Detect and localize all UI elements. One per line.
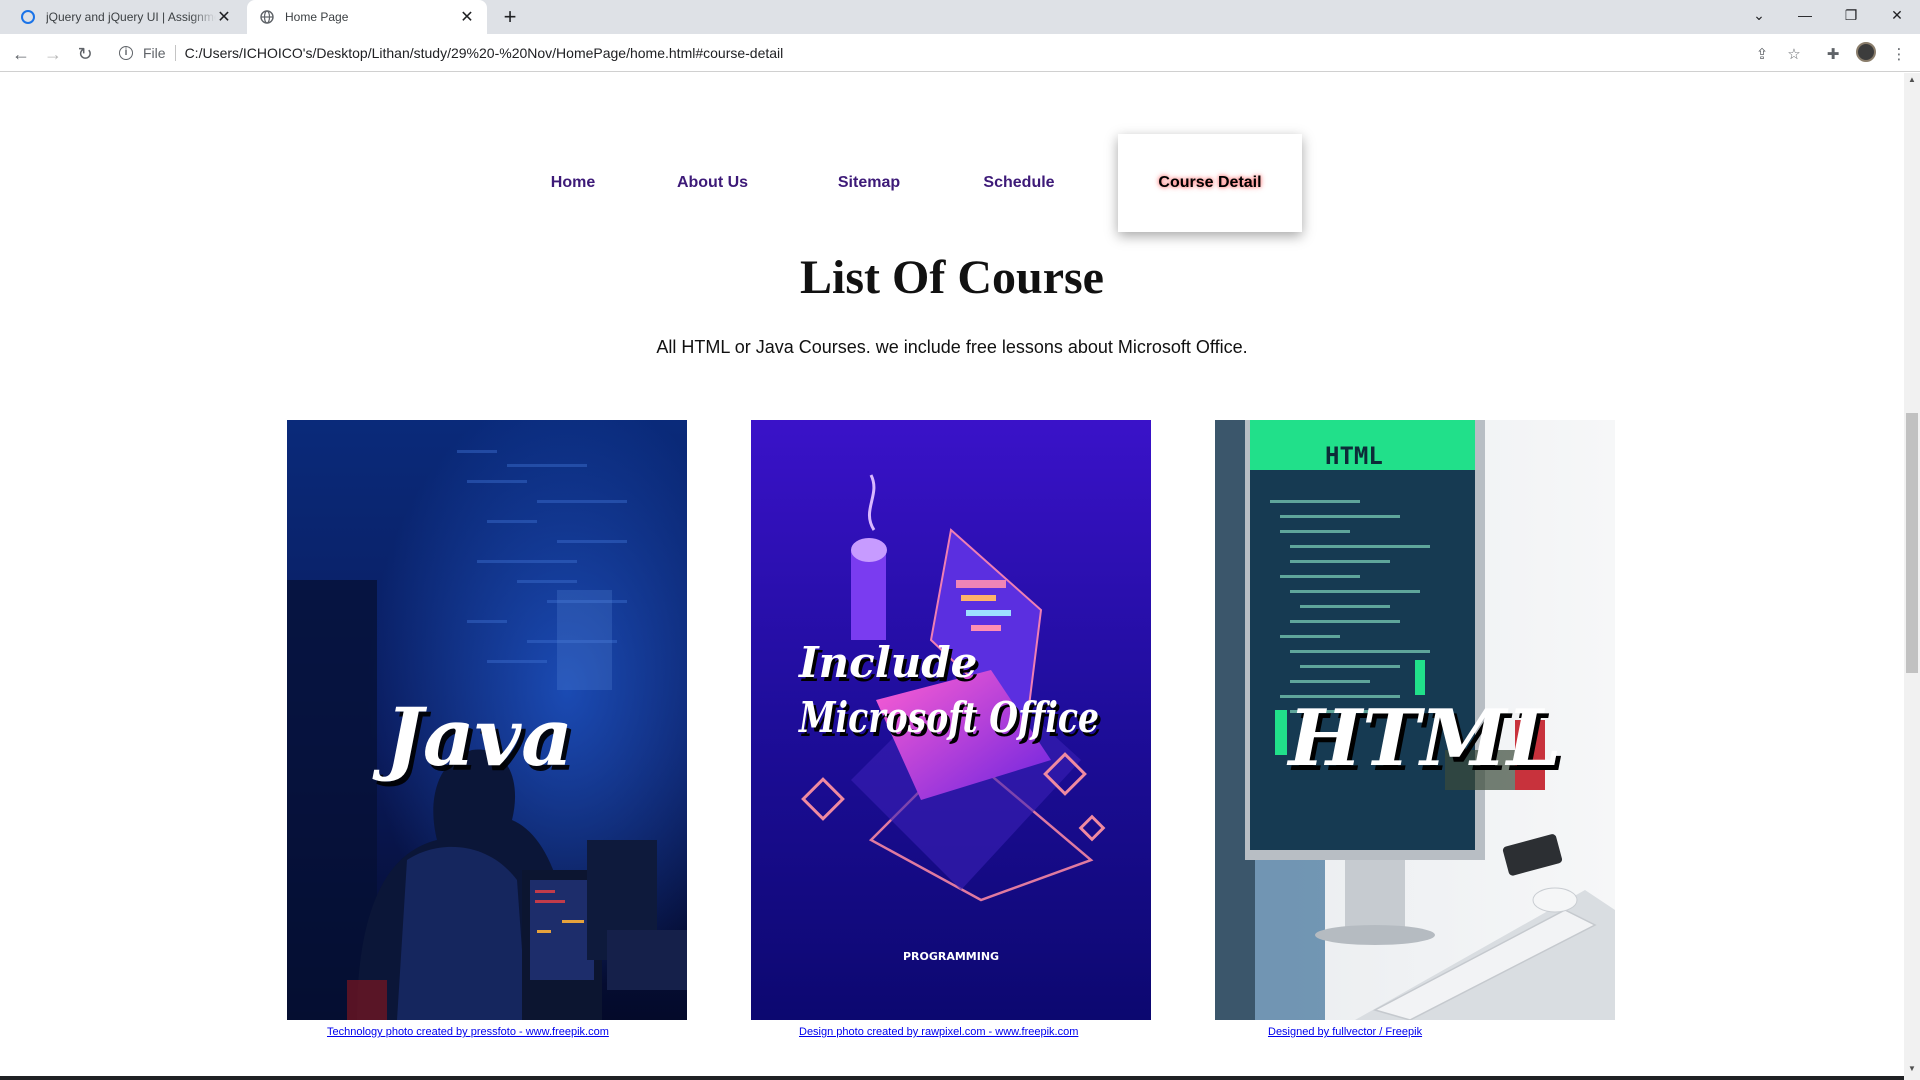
credit-link-java[interactable]: Technology photo created by pressfoto - … bbox=[327, 1026, 609, 1038]
java-title: Java bbox=[372, 690, 573, 784]
programming-caption: PROGRAMMING bbox=[903, 950, 999, 963]
tab-title: Home Page bbox=[285, 10, 349, 24]
extensions-puzzle-icon[interactable]: ✚ bbox=[1822, 43, 1844, 65]
scroll-down-arrow-icon[interactable]: ▼ bbox=[1906, 1062, 1918, 1076]
course-image-html[interactable]: HTML HTML HTML bbox=[1215, 420, 1615, 1020]
nav-course-detail[interactable]: Course Detail bbox=[1118, 134, 1302, 232]
screen-html-label: HTML bbox=[1325, 442, 1383, 470]
course-image-java[interactable]: Java Java bbox=[287, 420, 687, 1020]
url-text[interactable]: C:/Users/ICHOICO's/Desktop/Lithan/study/… bbox=[185, 45, 784, 61]
reload-button[interactable]: ↻ bbox=[72, 41, 98, 67]
close-tab-icon[interactable]: ✕ bbox=[216, 9, 232, 26]
office-title-line1: Include bbox=[798, 638, 977, 687]
site-favicon-icon bbox=[20, 9, 36, 25]
profile-avatar[interactable] bbox=[1856, 42, 1876, 62]
restore-button[interactable]: ❐ bbox=[1828, 0, 1874, 30]
tab-title: jQuery and jQuery UI | Assignment bbox=[46, 10, 216, 24]
bookmark-star-icon[interactable]: ☆ bbox=[1783, 43, 1805, 65]
scroll-up-arrow-icon[interactable]: ▲ bbox=[1906, 73, 1918, 87]
window-bottom-edge bbox=[0, 1076, 1904, 1080]
credit-link-html[interactable]: Designed by fullvector / Freepik bbox=[1268, 1026, 1422, 1038]
browser-toolbar: ← → ↻ i File C:/Users/ICHOICO's/Desktop/… bbox=[0, 34, 1920, 72]
globe-icon bbox=[259, 9, 275, 25]
divider bbox=[174, 45, 176, 61]
course-image-office[interactable]: PROGRAMMING Include Include Microsoft Of… bbox=[751, 420, 1151, 1020]
tab-home-page[interactable]: Home Page ✕ bbox=[247, 0, 487, 34]
html-title: HTML bbox=[1287, 693, 1562, 784]
credit-link-office[interactable]: Design photo created by rawpixel.com - w… bbox=[799, 1026, 1078, 1038]
java-illustration: Java Java bbox=[287, 420, 687, 1020]
nav-sitemap[interactable]: Sitemap bbox=[811, 134, 927, 232]
html-illustration: HTML HTML HTML bbox=[1215, 420, 1615, 1020]
info-icon[interactable]: i bbox=[119, 46, 133, 60]
tab-strip: jQuery and jQuery UI | Assignment ✕ Home… bbox=[0, 0, 1920, 34]
forward-button[interactable]: → bbox=[40, 41, 66, 67]
scrollbar-thumb[interactable] bbox=[1906, 413, 1918, 673]
page-title: List Of Course bbox=[800, 251, 1104, 304]
office-title-line2: Microsoft Office bbox=[797, 693, 1099, 742]
main-nav: Home About Us Sitemap Schedule Course De… bbox=[520, 134, 1302, 232]
office-illustration: PROGRAMMING Include Include Microsoft Of… bbox=[751, 420, 1151, 1020]
tab-jquery[interactable]: jQuery and jQuery UI | Assignment ✕ bbox=[10, 0, 242, 34]
page-subtitle: All HTML or Java Courses. we include fre… bbox=[656, 337, 1248, 357]
share-icon[interactable]: ⇪ bbox=[1751, 43, 1773, 65]
minimize-button[interactable]: — bbox=[1782, 0, 1828, 30]
menu-kebab-icon[interactable]: ⋮ bbox=[1888, 43, 1910, 65]
close-window-button[interactable]: ✕ bbox=[1874, 0, 1920, 30]
new-tab-button[interactable]: + bbox=[498, 4, 522, 29]
back-button[interactable]: ← bbox=[8, 41, 34, 67]
nav-home[interactable]: Home bbox=[520, 134, 626, 232]
nav-schedule[interactable]: Schedule bbox=[957, 134, 1081, 232]
nav-about-us[interactable]: About Us bbox=[640, 134, 785, 232]
address-bar[interactable]: i File C:/Users/ICHOICO's/Desktop/Lithan… bbox=[110, 38, 1790, 68]
close-tab-icon[interactable]: ✕ bbox=[459, 9, 475, 26]
tab-search-icon[interactable]: ⌄ bbox=[1736, 0, 1782, 30]
scheme-label: File bbox=[143, 45, 166, 61]
